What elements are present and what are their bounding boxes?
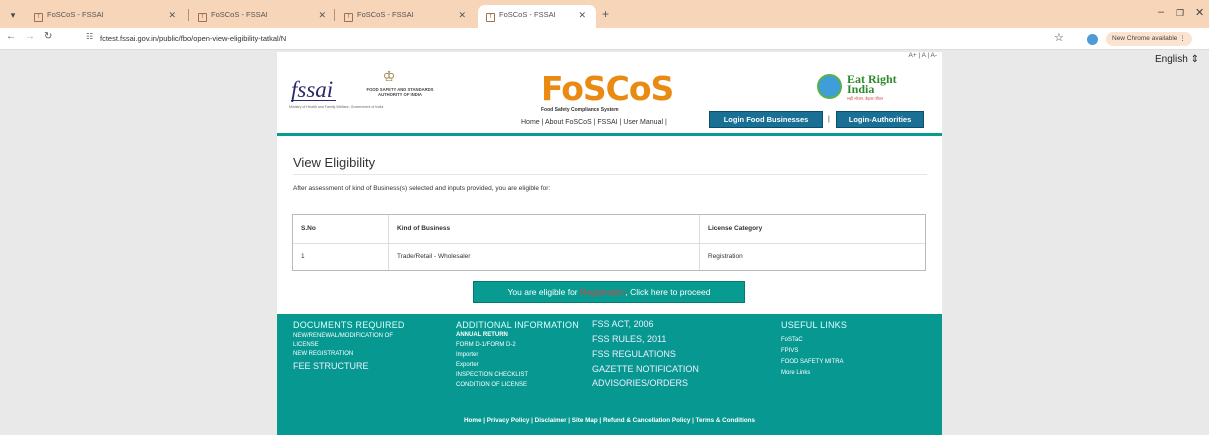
close-icon[interactable]: ✕ [168, 5, 176, 25]
profile-icon[interactable] [1087, 34, 1098, 45]
reload-icon[interactable]: ↻ [44, 31, 52, 42]
footer: DOCUMENTS REQUIRED NEW/RENEWAL/MODIFICAT… [277, 314, 942, 435]
page-title: View Eligibility [293, 155, 376, 170]
eat-right-india-icon [817, 74, 842, 99]
minimize-icon[interactable]: – [1158, 6, 1164, 18]
footer-link[interactable]: FORM D-1/FORM D-2 [456, 342, 516, 348]
footer-useful-links-heading[interactable]: USEFUL LINKS [781, 320, 847, 330]
fssai-authority-text: FOOD SAFETY AND STANDARDS AUTHORITY OF I… [366, 87, 434, 97]
back-icon[interactable]: ← [6, 31, 16, 42]
fssai-favicon-icon: f [486, 13, 495, 22]
page-container: A+ | A | A- fssai ♔ FOOD SAFETY AND STAN… [277, 52, 942, 435]
footer-additional-heading[interactable]: ADDITIONAL INFORMATION [456, 320, 579, 330]
tab-1[interactable]: f FoSCoS - FSSAI ✕ [26, 5, 186, 28]
forward-icon[interactable]: → [25, 31, 35, 42]
close-window-icon[interactable]: ✕ [1195, 6, 1204, 19]
fssai-favicon-icon: f [198, 13, 207, 22]
eligible-category: Registration [580, 287, 626, 297]
eat-right-india-tagline: सही भोजन, बेहतर जीवन [847, 96, 884, 101]
login-authorities-button[interactable]: Login-Authorities [836, 111, 924, 128]
table-header-sno: S.No [301, 225, 316, 232]
fssai-ministry-text: Ministry of Health and Family Welfare, G… [289, 105, 384, 109]
footer-link[interactable]: NEW/RENEWAL/MODIFICATION OF [293, 333, 393, 339]
table-cell-license: Registration [708, 253, 743, 260]
tab-search-icon[interactable]: ▾ [6, 8, 20, 22]
footer-link[interactable]: NEW REGISTRATION [293, 351, 353, 357]
footer-documents-heading[interactable]: DOCUMENTS REQUIRED [293, 320, 405, 330]
new-chrome-button[interactable]: New Chrome available ⋮ [1106, 32, 1192, 46]
eat-right-india-logo[interactable]: Eat Right India [847, 73, 907, 95]
title-divider [293, 174, 927, 175]
footer-fee-structure[interactable]: FEE STRUCTURE [293, 361, 369, 371]
login-food-businesses-button[interactable]: Login Food Businesses [709, 111, 823, 128]
table-header-license: License Category [708, 225, 763, 232]
restore-icon[interactable]: ❐ [1176, 8, 1184, 19]
address-bar[interactable]: fctest.fssai.gov.in/public/fbo/open-view… [100, 30, 700, 47]
browser-toolbar: ← → ↻ ☷ fctest.fssai.gov.in/public/fbo/o… [0, 28, 1209, 50]
fssai-favicon-icon: f [344, 13, 353, 22]
footer-gazette[interactable]: GAZETTE NOTIFICATION [592, 364, 699, 374]
footer-link[interactable]: More Links [781, 370, 810, 376]
footer-link[interactable]: LICENSE [293, 342, 319, 348]
footer-fss-rules[interactable]: FSS RULES, 2011 [592, 334, 666, 344]
footer-link[interactable]: FPIVS [781, 348, 798, 354]
login-separator: | [828, 116, 830, 123]
national-emblem-icon: ♔ [382, 68, 396, 84]
tab-2[interactable]: f FoSCoS - FSSAI ✕ [190, 5, 336, 28]
eligibility-table: S.No Kind of Business License Category 1… [292, 214, 926, 271]
fssai-logo-underline [291, 100, 336, 101]
footer-bottom-links[interactable]: Home | Privacy Policy | Disclaimer | Sit… [277, 417, 942, 424]
footer-fss-act[interactable]: FSS ACT, 2006 [592, 319, 654, 329]
tab-3[interactable]: f FoSCoS - FSSAI ✕ [336, 5, 476, 28]
proceed-button[interactable]: You are eligible for Registration, Click… [473, 281, 745, 303]
close-icon[interactable]: ✕ [318, 5, 326, 25]
foscos-subtitle: Food Safety Compliance System [541, 107, 619, 113]
new-tab-icon[interactable]: + [602, 7, 609, 21]
fssai-favicon-icon: f [34, 13, 43, 22]
eligibility-intro: After assessment of kind of Business(s) … [293, 185, 551, 192]
footer-link[interactable]: Importer [456, 352, 478, 358]
footer-link[interactable]: FOOD SAFETY MITRA [781, 359, 844, 365]
footer-link[interactable]: INSPECTION CHECKLIST [456, 372, 528, 378]
fssai-logo[interactable]: fssai [291, 78, 345, 101]
footer-link[interactable]: FoSTaC [781, 337, 803, 343]
language-select[interactable]: English ⇕ [1155, 54, 1203, 68]
footer-advisories[interactable]: ADVISORIES/ORDERS [592, 378, 688, 388]
close-icon[interactable]: ✕ [578, 5, 586, 25]
foscos-logo[interactable]: FoSCoS [541, 72, 674, 105]
tab-separator [188, 9, 189, 21]
footer-fss-regulations[interactable]: FSS REGULATIONS [592, 349, 676, 359]
tab-separator [334, 9, 335, 21]
table-cell-sno: 1 [301, 253, 305, 260]
footer-link[interactable]: CONDITION OF LICENSE [456, 382, 527, 388]
close-icon[interactable]: ✕ [458, 5, 466, 25]
table-header-kind: Kind of Business [397, 225, 451, 232]
site-settings-icon[interactable]: ☷ [86, 32, 93, 41]
header-divider [277, 133, 942, 136]
footer-link[interactable]: ANNUAL RETURN [456, 332, 508, 338]
bookmark-star-icon[interactable]: ☆ [1054, 31, 1064, 44]
footer-link[interactable]: Exporter [456, 362, 479, 368]
tab-4-active[interactable]: f FoSCoS - FSSAI ✕ [478, 5, 596, 28]
font-size-controls[interactable]: A+ | A | A- [909, 52, 938, 59]
tab-strip: ▾ f FoSCoS - FSSAI ✕ f FoSCoS - FSSAI ✕ fF… [0, 0, 1209, 28]
top-nav-links[interactable]: Home | About FoSCoS | FSSAI | User Manua… [521, 117, 667, 128]
table-cell-kind: Trade/Retail - Wholesaler [397, 253, 471, 260]
